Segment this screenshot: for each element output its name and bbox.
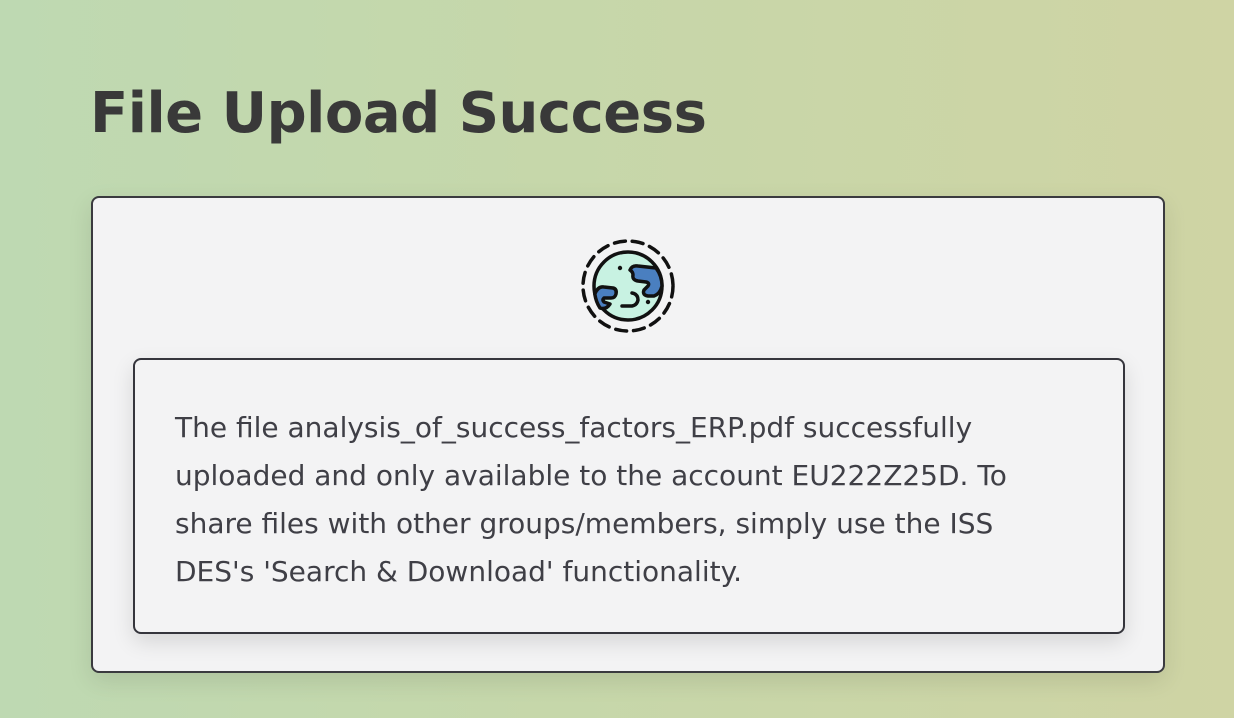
message-box: The file analysis_of_success_factors_ERP… [133,358,1125,634]
upload-message: The file analysis_of_success_factors_ERP… [175,411,1007,588]
page-title: File Upload Success [90,81,707,146]
globe-icon [580,238,676,334]
upload-success-card: The file analysis_of_success_factors_ERP… [91,196,1165,673]
